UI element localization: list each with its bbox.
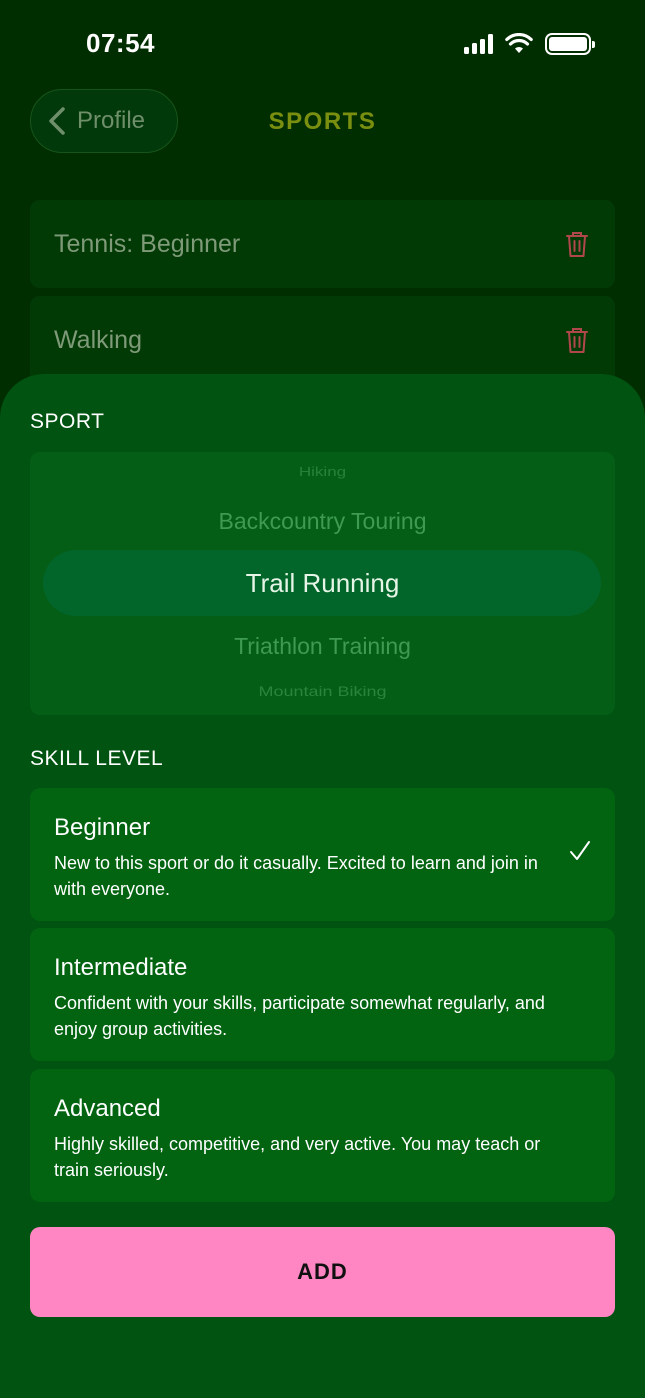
sport-section-label: SPORT xyxy=(30,410,105,433)
picker-item[interactable]: Mountain Biking xyxy=(30,683,615,699)
sport-row-label: Walking xyxy=(54,325,142,354)
trash-icon[interactable] xyxy=(565,230,589,258)
skill-section-label: SKILL LEVEL xyxy=(30,747,164,770)
add-sport-sheet: SPORT Hiking Backcountry Touring Trail R… xyxy=(0,374,645,1398)
picker-item[interactable]: Backcountry Touring xyxy=(30,508,615,535)
skill-description: Confident with your skills, participate … xyxy=(54,993,545,1039)
page-title: SPORTS xyxy=(268,108,377,135)
sport-row-label: Tennis: Beginner xyxy=(54,229,241,258)
picker-item-selected[interactable]: Trail Running xyxy=(30,568,615,599)
skill-description: Highly skilled, competitive, and very ac… xyxy=(54,1134,541,1180)
sport-row-walking[interactable]: Walking xyxy=(30,296,615,384)
sport-picker[interactable]: Hiking Backcountry Touring Trail Running… xyxy=(30,452,615,715)
picker-item[interactable]: Hiking xyxy=(30,465,615,480)
wifi-icon xyxy=(505,33,533,53)
status-time: 07:54 xyxy=(86,28,155,58)
skill-description: New to this sport or do it casually. Exc… xyxy=(54,853,538,899)
checkmark-icon xyxy=(570,841,590,860)
picker-item[interactable]: Triathlon Training xyxy=(30,633,615,660)
trash-icon[interactable] xyxy=(565,326,589,354)
cellular-signal-icon xyxy=(464,34,493,54)
skill-option-beginner[interactable]: Beginner New to this sport or do it casu… xyxy=(30,788,615,921)
skill-title: Advanced xyxy=(54,1095,161,1122)
skill-title: Beginner xyxy=(54,814,151,841)
skill-option-advanced[interactable]: Advanced Highly skilled, competitive, an… xyxy=(30,1069,615,1202)
status-bar: 07:54 xyxy=(0,0,645,90)
sport-row-tennis[interactable]: Tennis: Beginner xyxy=(30,200,615,288)
status-icons xyxy=(464,32,595,56)
skill-title: Intermediate xyxy=(54,954,188,981)
skill-option-intermediate[interactable]: Intermediate Confident with your skills,… xyxy=(30,928,615,1061)
add-button[interactable]: ADD xyxy=(30,1227,615,1317)
battery-icon xyxy=(545,33,595,55)
